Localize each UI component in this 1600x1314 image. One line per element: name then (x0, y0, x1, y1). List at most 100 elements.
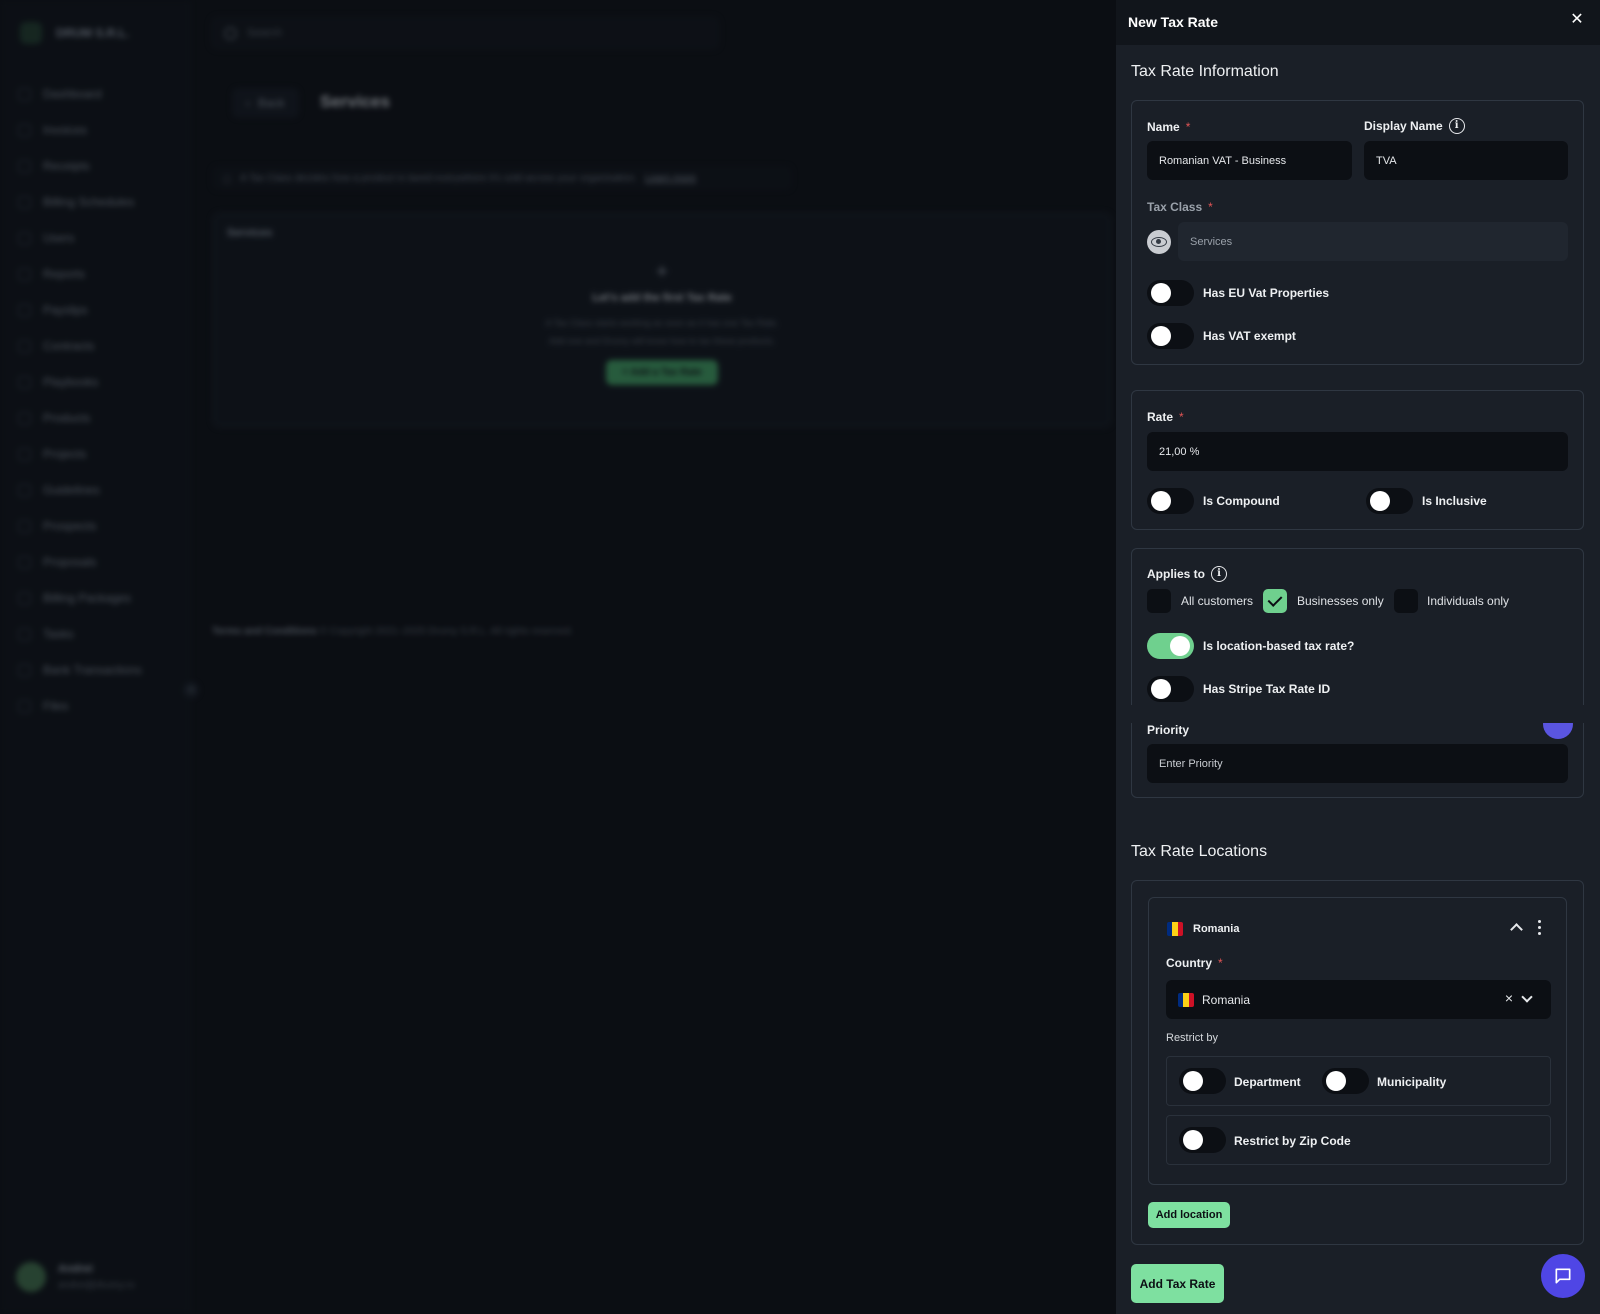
learn-more-link[interactable]: Learn more (645, 173, 696, 184)
zip-code-toggle[interactable] (1179, 1127, 1226, 1153)
inclusive-toggle[interactable] (1366, 488, 1413, 514)
tax-rate-information-card: Name * Romanian VAT - Business Display Na… (1131, 100, 1584, 365)
sidebar-item[interactable]: Users (18, 220, 178, 256)
sidebar-item[interactable]: Playbooks (18, 364, 178, 400)
rate-label-text: Rate (1147, 410, 1174, 424)
nav-icon (18, 339, 31, 353)
tax-class-select[interactable]: Services (1178, 222, 1568, 261)
chevron-down-icon[interactable] (1521, 991, 1533, 1003)
terms-link[interactable]: Terms and Conditions (212, 626, 317, 637)
priority-input[interactable]: Enter Priority (1147, 744, 1568, 783)
nav-icon (18, 123, 31, 137)
search-icon (224, 26, 237, 40)
location-based-toggle[interactable] (1147, 633, 1194, 659)
search-bar[interactable]: Search (210, 16, 720, 50)
empty-text: A Tax Class starts working as soon as it… (213, 314, 1111, 350)
department-toggle[interactable] (1179, 1068, 1226, 1094)
sidebar-item[interactable]: Tasks (18, 616, 178, 652)
municipality-toggle[interactable] (1322, 1068, 1369, 1094)
tax-class-label: Tax Class * (1147, 200, 1213, 214)
nav-icon (18, 267, 31, 281)
sidebar-item[interactable]: Receipts (18, 148, 178, 184)
footer: Terms and Conditions © Copyright 2021–20… (212, 626, 573, 637)
nav-icon (18, 87, 31, 101)
new-tax-rate-drawer: New Tax Rate ✕ Tax Rate Information Name… (1116, 0, 1600, 1314)
sidebar-item-label: Projects (43, 447, 87, 461)
sidebar-item-label: Products (43, 411, 91, 425)
zip-code-option: Restrict by Zip Code (1166, 1115, 1551, 1165)
restrict-by-options: Department Municipality (1166, 1056, 1551, 1106)
eye-icon[interactable] (1147, 230, 1171, 254)
toggle-knob (1170, 636, 1190, 656)
name-label: Name * (1147, 120, 1190, 134)
sidebar-item-label: Dashboard (43, 87, 102, 101)
toggle-knob (1151, 679, 1171, 699)
sidebar-item[interactable]: Files (18, 688, 178, 724)
sidebar-item[interactable]: Proposals (18, 544, 178, 580)
sidebar-item[interactable]: Payslips (18, 292, 178, 328)
user-profile[interactable]: Andrei andrei@drumy.ro (16, 1262, 135, 1292)
nav-icon (18, 627, 31, 641)
collapse-sidebar-icon[interactable]: « (183, 682, 199, 698)
chat-button[interactable] (1541, 1254, 1585, 1298)
display-name-label-text: Display Name (1364, 119, 1443, 133)
name-input[interactable]: Romanian VAT - Business (1147, 141, 1352, 180)
compound-toggle[interactable] (1147, 488, 1194, 514)
sidebar-item[interactable]: Products (18, 400, 178, 436)
country-select[interactable]: Romania × (1166, 980, 1551, 1019)
sidebar-item[interactable]: Invoices (18, 112, 178, 148)
applies-to-checkbox[interactable] (1394, 589, 1418, 613)
search-placeholder: Search (247, 27, 282, 39)
sidebar-item-label: Proposals (43, 555, 97, 569)
applies-to-checkbox[interactable] (1263, 589, 1287, 613)
empty-title: Let's add the first Tax Rate (592, 292, 732, 304)
location-based-label: Is location-based tax rate? (1203, 639, 1355, 653)
sidebar-item-label: Receipts (43, 159, 90, 173)
toggle-knob (1151, 326, 1171, 346)
sidebar-item[interactable]: Billing Schedules (18, 184, 178, 220)
sidebar-item-label: Payslips (43, 303, 88, 317)
applies-to-card: Applies to i All customers Businesses onl… (1131, 548, 1584, 798)
vat-exempt-toggle[interactable] (1147, 323, 1194, 349)
close-icon[interactable]: ✕ (1568, 11, 1586, 29)
add-location-button[interactable]: Add location (1148, 1202, 1230, 1228)
add-tax-rate-empty-button[interactable]: + Add a Tax Rate (606, 360, 718, 385)
sidebar-item[interactable]: Prospects (18, 508, 178, 544)
page-title: Services (320, 92, 390, 111)
sidebar: DRUM S.R.L. Dashboard Invoices Receipts Bil… (0, 0, 190, 1314)
sidebar-item[interactable]: Contracts (18, 328, 178, 364)
rate-input[interactable]: 21,00 % (1147, 432, 1568, 471)
more-options-icon[interactable] (1533, 918, 1547, 936)
clear-icon[interactable]: × (1505, 990, 1513, 1006)
sidebar-item-label: Contracts (43, 339, 95, 353)
sidebar-item[interactable]: Projects (18, 436, 178, 472)
stripe-tax-rate-toggle[interactable] (1147, 676, 1194, 702)
sidebar-item-label: Tasks (43, 627, 74, 641)
display-name-input[interactable]: TVA (1364, 141, 1568, 180)
info-icon[interactable]: i (1448, 118, 1465, 134)
eu-vat-toggle[interactable] (1147, 280, 1194, 306)
chat-icon (1555, 1268, 1571, 1284)
back-button[interactable]: ‹ Back (232, 88, 299, 118)
nav-icon (18, 159, 31, 173)
applies-to-checkbox[interactable] (1147, 589, 1171, 613)
toggle-knob (1151, 491, 1171, 511)
location-item: Romania Country * Romania × Restrict by D… (1148, 897, 1567, 1185)
vat-exempt-label: Has VAT exempt (1203, 329, 1296, 343)
info-icon[interactable]: i (1211, 566, 1228, 582)
chevron-up-icon[interactable] (1507, 918, 1525, 936)
empty-text-line-1: A Tax Class starts working as soon as it… (545, 318, 779, 328)
sidebar-item[interactable]: Guidelines (18, 472, 178, 508)
location-header[interactable]: Romania (1167, 922, 1239, 936)
required-mark: * (1208, 200, 1213, 214)
tax-rate-locations-title: Tax Rate Locations (1131, 843, 1268, 860)
sidebar-item[interactable]: Billing Packages (18, 580, 178, 616)
location-name: Romania (1193, 923, 1240, 935)
sidebar-item[interactable]: Bank Transactions (18, 652, 178, 688)
sidebar-item[interactable]: Reports (18, 256, 178, 292)
sidebar-item-label: Users (43, 231, 75, 245)
user-email: andrei@drumy.ro (58, 1280, 135, 1291)
brand-name: DRUM S.R.L. (56, 26, 130, 40)
sidebar-item[interactable]: Dashboard (18, 76, 178, 112)
add-tax-rate-button[interactable]: Add Tax Rate (1131, 1264, 1224, 1303)
